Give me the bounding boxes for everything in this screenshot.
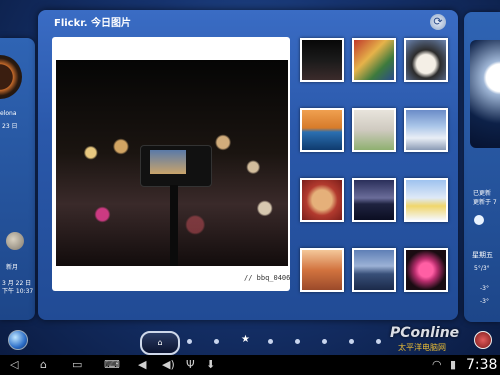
page-dot[interactable]: [349, 339, 354, 344]
thumbnail[interactable]: [300, 38, 344, 82]
moon-image: [470, 40, 500, 148]
battery-icon: ▮: [450, 358, 457, 371]
star-icon[interactable]: ★: [241, 334, 250, 345]
home-icon[interactable]: ⌂: [40, 359, 47, 371]
thumbnail[interactable]: [300, 178, 344, 222]
app-drawer-icon[interactable]: [474, 331, 492, 349]
moon-icon: [6, 232, 24, 250]
thumbnail[interactable]: [404, 178, 448, 222]
thumbnail[interactable]: [404, 38, 448, 82]
widget-title: Flickr. 今日图片: [54, 18, 132, 29]
thumbnail[interactable]: [300, 108, 344, 152]
watermark-subtitle: 太平洋电脑网: [398, 343, 446, 352]
volume-down-icon[interactable]: ◀: [138, 359, 146, 371]
thumbnail[interactable]: [404, 248, 448, 292]
refresh-icon[interactable]: ⟳: [430, 14, 446, 30]
thumbnail[interactable]: [352, 38, 396, 82]
volume-up-icon[interactable]: ◀): [162, 359, 175, 371]
globe-icon[interactable]: [8, 330, 28, 350]
download-icon: ⬇: [206, 358, 216, 371]
page-dot[interactable]: [322, 339, 327, 344]
watermark-brand: PConline: [390, 325, 460, 341]
city-label: elona: [0, 110, 17, 117]
thumbnail[interactable]: [352, 178, 396, 222]
thumbnail[interactable]: [352, 108, 396, 152]
page-dot[interactable]: [376, 339, 381, 344]
wifi-icon: ◠: [432, 358, 442, 371]
weekday-label: 星期五: [472, 251, 493, 259]
temp-low-1: -3°: [480, 285, 489, 292]
usb-icon: Ψ: [186, 358, 195, 371]
home-button[interactable]: ⌂: [140, 331, 180, 355]
camera-screen: [150, 150, 186, 174]
back-icon[interactable]: ◁: [10, 359, 18, 371]
temp-range: 5°/3°: [474, 265, 490, 272]
temp-low-2: -3°: [480, 298, 489, 305]
photo-caption: // bbq_0406: [244, 274, 291, 282]
page-dot[interactable]: [295, 339, 300, 344]
page-dot[interactable]: [268, 339, 273, 344]
date-number: 23 日: [2, 123, 18, 130]
page-dot[interactable]: [214, 339, 219, 344]
updated-label: 已更新: [473, 190, 492, 197]
moon-label: 新月: [6, 264, 19, 271]
recent-apps-icon[interactable]: ▭: [72, 359, 82, 371]
time-line: 下午 10:37: [2, 288, 34, 295]
thumbnail[interactable]: [404, 108, 448, 152]
keyboard-icon[interactable]: ⌨: [104, 359, 120, 371]
thumbnail[interactable]: [352, 248, 396, 292]
page-dot[interactable]: [187, 339, 192, 344]
thumbnail[interactable]: [300, 248, 344, 292]
clock-time: 7:38: [466, 357, 498, 373]
updated-time-label: 更新于 7: [473, 199, 497, 206]
weather-icon: [474, 215, 484, 225]
tripod-shape: [170, 185, 178, 266]
